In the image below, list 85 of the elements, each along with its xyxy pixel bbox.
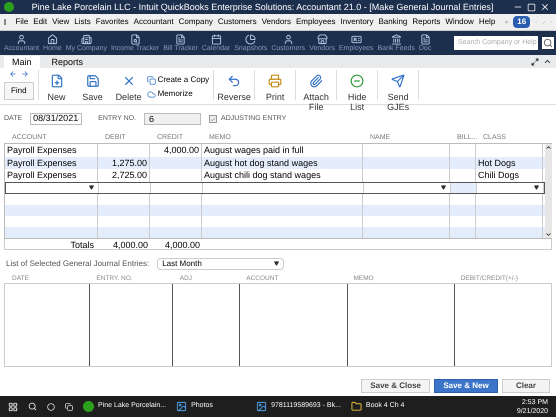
dropdown-icon[interactable] xyxy=(89,185,94,190)
period-dropdown[interactable]: Last Month xyxy=(157,258,284,270)
table-cell: Chili Dogs xyxy=(476,169,543,182)
debit-total: 4,000.00 xyxy=(112,238,149,248)
close-icon[interactable] xyxy=(540,2,550,12)
primary-button[interactable]: Save & New xyxy=(434,378,498,392)
adjusting-checkbox[interactable] xyxy=(209,115,218,123)
dropdown-icon xyxy=(274,261,280,266)
secondary-button[interactable]: Clear xyxy=(502,378,550,392)
scroll-up-icon[interactable] xyxy=(545,144,552,151)
table-cell: 2,725.00 xyxy=(98,169,150,182)
scrollbar[interactable] xyxy=(545,144,552,238)
doc-icon xyxy=(175,34,186,44)
window-title: Pine Lake Porcelain LLC - Intuit QuickBooks Enterprise Solutions: Accountant 21.0 - [Make General Journal Entries] xyxy=(30,1,494,13)
menu-item[interactable]: Employees xyxy=(296,16,336,28)
save-icon xyxy=(86,74,100,88)
app-logo-icon xyxy=(4,2,14,12)
ribbon-tab[interactable]: Reports xyxy=(44,56,92,68)
person-icon xyxy=(16,34,28,44)
ribbon-button[interactable]: Hide List xyxy=(339,70,376,112)
dropdown-icon[interactable] xyxy=(534,185,539,190)
back-arrow-icon[interactable] xyxy=(8,70,17,78)
menu-item[interactable]: Lists xyxy=(74,16,91,28)
reminder-badge[interactable]: 16 xyxy=(513,16,530,28)
vendor-icon xyxy=(316,34,328,44)
menu-item[interactable]: Company xyxy=(178,16,213,28)
company-icon xyxy=(80,34,92,44)
dropdown-icon[interactable] xyxy=(441,185,446,190)
menu-item[interactable]: Window xyxy=(445,16,474,28)
doc-icon xyxy=(420,34,431,44)
menu-item[interactable]: Help xyxy=(478,16,496,28)
collapse-icon[interactable] xyxy=(543,57,552,66)
date-field[interactable]: 08/31/2021 xyxy=(30,113,82,125)
menu-item[interactable]: File xyxy=(15,16,28,28)
totals-label: Totals xyxy=(69,238,95,248)
menu-item[interactable]: View xyxy=(52,16,70,28)
badge-icon xyxy=(350,34,362,44)
table-cell: Payroll Expenses xyxy=(5,169,98,182)
ribbon-button[interactable]: Save xyxy=(74,70,111,102)
ribbon-button[interactable]: New xyxy=(38,70,75,102)
scroll-down-icon[interactable] xyxy=(545,230,552,238)
bank-icon xyxy=(390,34,402,44)
app-logo-icon xyxy=(83,401,94,412)
new-icon xyxy=(50,74,64,88)
menu-item[interactable]: Favorites xyxy=(96,16,129,28)
copy-icon xyxy=(146,76,156,84)
secondary-button[interactable]: Save & Close xyxy=(361,378,430,392)
menu-item[interactable]: Inventory xyxy=(340,16,374,28)
check-icon xyxy=(210,116,216,122)
print-icon xyxy=(268,74,282,88)
entries-label: List of Selected General Journal Entries: xyxy=(6,258,150,270)
restore-icon[interactable] xyxy=(527,2,536,12)
ribbon-button[interactable]: Create a Copy xyxy=(146,74,210,86)
ribbon-button[interactable]: Attach File xyxy=(298,70,334,112)
forward-arrow-icon[interactable] xyxy=(20,70,29,78)
task-view-icon[interactable] xyxy=(65,402,73,410)
pie-icon xyxy=(245,34,256,44)
menu-item[interactable]: Vendors xyxy=(262,16,291,28)
ribbon-tab[interactable]: Main xyxy=(4,56,40,68)
image-icon xyxy=(176,401,188,412)
ribbon-button[interactable]: Print xyxy=(257,70,294,102)
entry-field[interactable]: 6 xyxy=(144,113,202,125)
folder-icon xyxy=(350,401,362,412)
menu-item[interactable]: Reports xyxy=(412,16,440,28)
hide-icon xyxy=(350,74,364,88)
ribbon-button[interactable]: Memorize xyxy=(146,88,210,100)
attach-icon xyxy=(309,74,324,88)
image-icon xyxy=(256,401,268,412)
menu-item[interactable]: Accountant xyxy=(134,16,174,28)
menu-item[interactable]: Banking xyxy=(378,16,408,28)
menu-item[interactable]: Customers xyxy=(218,16,257,28)
home-icon xyxy=(46,34,58,44)
credit-total: 4,000.00 xyxy=(164,238,201,248)
expand-icon[interactable] xyxy=(531,58,539,66)
ribbon-button[interactable]: Reverse xyxy=(216,70,252,102)
highlighted-cell[interactable] xyxy=(451,182,477,192)
find-button[interactable]: Find xyxy=(4,82,34,100)
person-icon xyxy=(282,34,294,44)
ribbon-button[interactable]: Delete xyxy=(110,70,147,102)
table-cell: August chili dog stand wages xyxy=(202,169,363,182)
send-icon xyxy=(391,74,406,88)
ribbon-button[interactable]: Send GJEs xyxy=(380,70,416,112)
menu-item[interactable]: Edit xyxy=(33,16,48,28)
start-icon[interactable] xyxy=(8,402,18,412)
reverse-icon xyxy=(227,74,242,88)
